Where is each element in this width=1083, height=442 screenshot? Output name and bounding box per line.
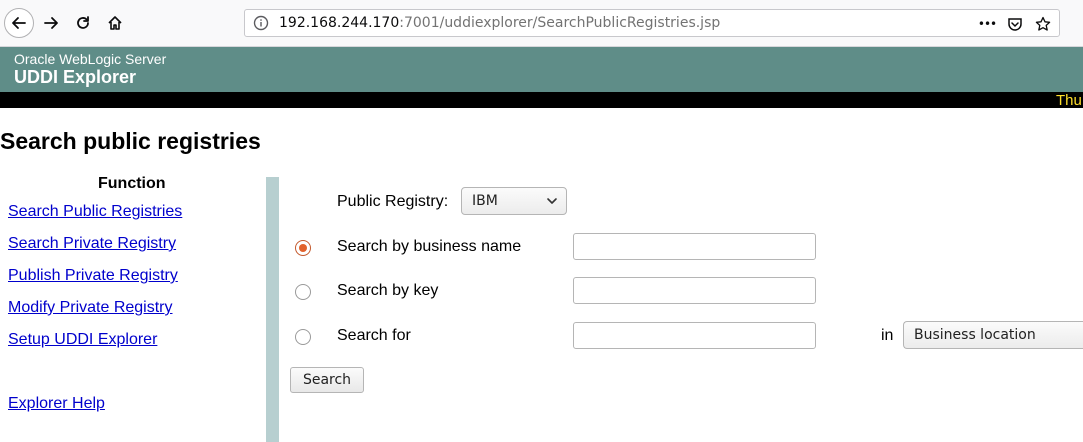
sidebar-link-search-public-registries[interactable]: Search Public Registries bbox=[8, 203, 182, 221]
bookmark-star-icon[interactable] bbox=[1033, 14, 1053, 34]
url-host: 192.168.244.170 bbox=[279, 15, 400, 31]
sidebar-link-setup-uddi-explorer[interactable]: Setup UDDI Explorer bbox=[8, 331, 157, 349]
sidebar-link-search-private-registry[interactable]: Search Private Registry bbox=[8, 235, 176, 253]
forward-arrow-icon bbox=[44, 17, 58, 29]
chevron-down-icon bbox=[547, 198, 557, 204]
date-text: Thu bbox=[1056, 92, 1082, 108]
radio-search-for[interactable] bbox=[295, 329, 311, 345]
reload-button[interactable] bbox=[68, 8, 98, 38]
url-text[interactable]: 192.168.244.170:7001/uddiexplorer/Search… bbox=[279, 15, 720, 31]
back-arrow-icon bbox=[12, 17, 26, 29]
home-icon bbox=[108, 16, 122, 30]
public-registry-label: Public Registry: bbox=[337, 193, 449, 210]
date-bar: Thu bbox=[0, 92, 1083, 108]
radio-search-by-key[interactable] bbox=[295, 284, 311, 300]
public-registry-select[interactable]: IBM bbox=[461, 187, 567, 215]
page-title: Search public registries bbox=[0, 128, 261, 154]
reload-icon bbox=[77, 16, 89, 29]
search-for-label: Search for bbox=[337, 327, 411, 344]
url-actions: ••• bbox=[977, 14, 1053, 34]
in-label: in bbox=[881, 327, 894, 344]
pocket-icon[interactable] bbox=[1005, 14, 1025, 34]
forward-button[interactable] bbox=[36, 8, 66, 38]
home-button[interactable] bbox=[100, 8, 130, 38]
function-heading: Function bbox=[98, 175, 166, 192]
search-by-key-label: Search by key bbox=[337, 282, 439, 299]
page-actions-icon[interactable]: ••• bbox=[977, 14, 997, 34]
address-bar[interactable]: 192.168.244.170:7001/uddiexplorer/Search… bbox=[244, 9, 1060, 37]
banner-title: UDDI Explorer bbox=[14, 67, 137, 87]
browser-toolbar: 192.168.244.170:7001/uddiexplorer/Search… bbox=[0, 0, 1083, 47]
radio-search-by-business-name[interactable] bbox=[295, 240, 311, 256]
sidebar-link-explorer-help[interactable]: Explorer Help bbox=[8, 395, 105, 413]
search-in-select[interactable]: Business location bbox=[903, 321, 1083, 349]
search-for-input[interactable] bbox=[573, 322, 816, 349]
sidebar-link-modify-private-registry[interactable]: Modify Private Registry bbox=[8, 299, 173, 317]
search-button[interactable]: Search bbox=[290, 367, 364, 393]
weblogic-banner: Oracle WebLogic Server UDDI Explorer bbox=[0, 47, 1083, 92]
key-input[interactable] bbox=[573, 277, 816, 304]
url-path: :7001/uddiexplorer/SearchPublicRegistrie… bbox=[399, 15, 721, 31]
sidebar-link-publish-private-registry[interactable]: Publish Private Registry bbox=[8, 267, 178, 285]
search-in-value: Business location bbox=[914, 327, 1036, 343]
date-clip: Thu bbox=[1056, 92, 1083, 108]
business-name-input[interactable] bbox=[573, 233, 816, 260]
sidebar-divider bbox=[266, 177, 279, 442]
banner-subtitle: Oracle WebLogic Server bbox=[14, 51, 167, 67]
info-icon[interactable] bbox=[253, 15, 269, 31]
public-registry-value: IBM bbox=[472, 193, 498, 209]
search-by-business-name-label: Search by business name bbox=[337, 238, 522, 255]
back-button[interactable] bbox=[4, 8, 34, 38]
